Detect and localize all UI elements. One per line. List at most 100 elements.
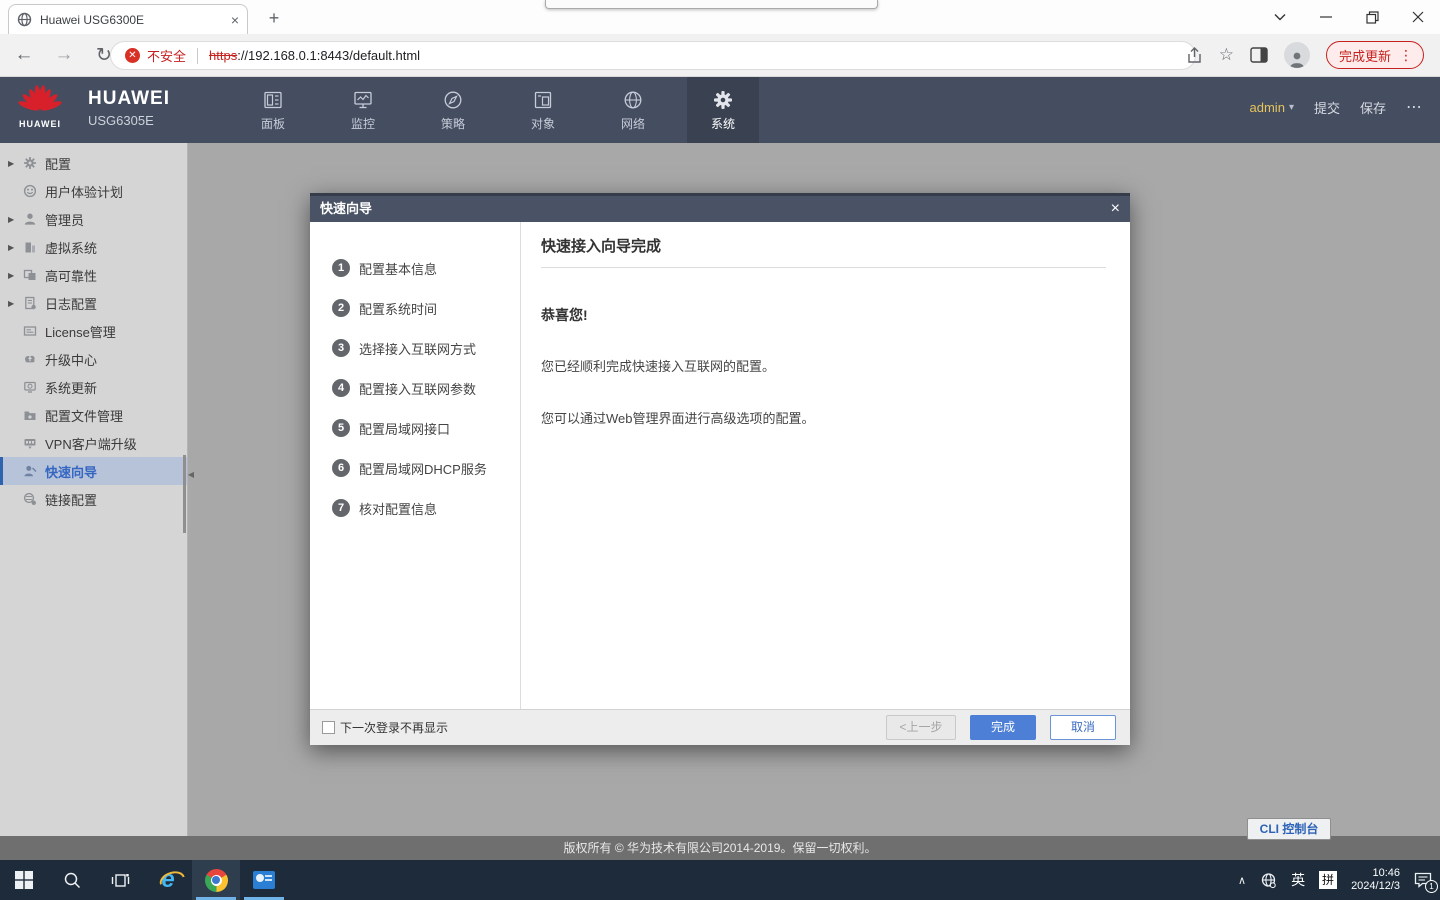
log-config-icon	[22, 296, 38, 310]
expand-arrow-icon[interactable]: ▶	[8, 215, 22, 224]
sidebar-item-label: License管理	[45, 322, 116, 341]
expand-arrow-icon[interactable]: ▶	[8, 159, 22, 168]
not-secure-icon[interactable]: ✕	[125, 48, 140, 63]
high-availability-icon	[22, 268, 38, 282]
bookmark-star-icon[interactable]: ☆	[1219, 45, 1234, 65]
sidebar-item-config[interactable]: ▶ 配置	[0, 149, 187, 177]
sidebar-item-high-availability[interactable]: ▶ 高可靠性	[0, 261, 187, 289]
nav-tab-policy[interactable]: 策略	[417, 77, 489, 143]
cancel-button[interactable]: 取消	[1050, 715, 1116, 740]
address-bar[interactable]: ✕ 不安全 https://192.168.0.1:8443/default.h…	[110, 41, 1196, 70]
completion-line-2: 您可以通过Web管理界面进行高级选项的配置。	[541, 408, 1106, 427]
sidebar-item-config-file[interactable]: 配置文件管理	[0, 401, 187, 429]
sidebar-item-system-update[interactable]: 系统更新	[0, 373, 187, 401]
sidebar-item-label: 链接配置	[45, 490, 97, 509]
save-button[interactable]: 保存	[1360, 98, 1386, 117]
window-close-icon[interactable]	[1410, 9, 1426, 25]
back-button-icon[interactable]: ←	[12, 44, 36, 66]
logo-word: HUAWEI	[14, 119, 66, 129]
tray-expand-icon[interactable]: ∧	[1238, 874, 1246, 887]
dashboard-icon	[262, 89, 284, 111]
sidebar-item-license[interactable]: License管理	[0, 317, 187, 345]
side-panel-icon[interactable]	[1250, 47, 1268, 63]
window-minimize-icon[interactable]	[1318, 9, 1334, 25]
nav-tab-network[interactable]: 网络	[597, 77, 669, 143]
sidebar-item-virtual-system[interactable]: ▶ 虚拟系统	[0, 233, 187, 261]
wizard-step-1: 1 配置基本信息	[310, 248, 520, 288]
admin-username: admin	[1250, 100, 1285, 115]
task-view-icon	[111, 872, 130, 889]
sidebar-item-quick-wizard[interactable]: 快速向导	[0, 457, 187, 485]
submit-button[interactable]: 提交	[1314, 98, 1340, 117]
new-tab-button[interactable]: +	[262, 7, 286, 31]
forward-button-icon[interactable]: →	[52, 44, 76, 66]
pinned-app-button[interactable]	[240, 860, 288, 900]
popup-remnant	[545, 0, 878, 9]
globe-favicon-icon	[17, 12, 32, 27]
sidebar-item-link-config[interactable]: 链接配置	[0, 485, 187, 513]
browser-tab[interactable]: Huawei USG6300E ×	[8, 4, 248, 34]
step-label: 选择接入互联网方式	[359, 339, 476, 358]
expand-arrow-icon[interactable]: ▶	[8, 299, 22, 308]
sidebar-item-vpn-client[interactable]: VPN客户端升级	[0, 429, 187, 457]
management-app-icon	[253, 871, 275, 889]
chrome-taskbar-button[interactable]	[192, 860, 240, 900]
url-rest: ://192.168.0.1:8443/default.html	[237, 48, 420, 63]
finish-button[interactable]: 完成	[970, 715, 1036, 740]
dont-show-again-label: 下一次登录不再显示	[340, 719, 448, 736]
step-number-badge: 2	[332, 299, 350, 317]
expand-arrow-icon[interactable]: ▶	[8, 243, 22, 252]
app-header: HUAWEI HUAWEI USG6305E 面板 监控 策略 对象 网络 系统	[0, 77, 1440, 143]
nav-tab-object[interactable]: 对象	[507, 77, 579, 143]
start-button[interactable]	[0, 860, 48, 900]
action-center-button[interactable]: 1	[1414, 872, 1432, 888]
browser-menu-icon[interactable]: ⋮	[1399, 47, 1413, 64]
sidebar-item-log-config[interactable]: ▶ 日志配置	[0, 289, 187, 317]
sidebar-item-admin[interactable]: ▶ 管理员	[0, 205, 187, 233]
dialog-footer: 下一次登录不再显示 <上一步 完成 取消	[310, 709, 1130, 745]
ime-language-indicator[interactable]: 英	[1291, 870, 1305, 890]
url-text: https://192.168.0.1:8443/default.html	[209, 48, 420, 63]
chrome-update-button[interactable]: 完成更新 ⋮	[1326, 41, 1424, 69]
user-experience-icon	[22, 184, 38, 198]
nav-tab-label: 对象	[531, 115, 555, 132]
header-more-icon[interactable]: ⋯	[1406, 97, 1424, 117]
virtual-system-icon	[22, 240, 38, 254]
tab-close-icon[interactable]: ×	[231, 13, 239, 27]
taskbar-search-button[interactable]	[48, 860, 96, 900]
profile-avatar[interactable]	[1284, 42, 1310, 68]
sidebar-item-user-experience[interactable]: 用户体验计划	[0, 177, 187, 205]
expand-arrow-icon[interactable]: ▶	[8, 271, 22, 280]
monitor-icon	[352, 89, 374, 111]
task-view-button[interactable]	[96, 860, 144, 900]
link-config-icon	[22, 492, 38, 506]
window-restore-icon[interactable]	[1364, 9, 1380, 25]
sidebar-scrollbar[interactable]	[183, 455, 186, 533]
dont-show-again-checkbox[interactable]	[322, 721, 335, 734]
step-label: 配置局域网接口	[359, 419, 450, 438]
ime-pinyin-indicator[interactable]: 拼	[1319, 871, 1337, 889]
nav-tab-panel[interactable]: 面板	[237, 77, 309, 143]
admin-dropdown[interactable]: admin ▾	[1250, 100, 1294, 115]
internet-explorer-button[interactable]: e	[144, 860, 192, 900]
sidebar-item-upgrade-center[interactable]: 升级中心	[0, 345, 187, 373]
system-gear-icon	[712, 89, 734, 111]
nav-tab-system[interactable]: 系统	[687, 77, 759, 143]
taskbar-clock[interactable]: 10:46 2024/12/3	[1351, 867, 1400, 893]
sidebar-item-label: 系统更新	[45, 378, 97, 397]
sidebar-item-label: 配置	[45, 154, 71, 173]
sidebar-item-label: VPN客户端升级	[45, 434, 137, 453]
share-icon[interactable]	[1186, 47, 1203, 64]
previous-step-button[interactable]: <上一步	[886, 715, 956, 740]
cli-console-button[interactable]: CLI 控制台	[1247, 818, 1331, 840]
notification-badge: 1	[1425, 880, 1438, 893]
nav-tab-monitor[interactable]: 监控	[327, 77, 399, 143]
network-globe-icon[interactable]	[1260, 872, 1277, 889]
security-label: 不安全	[147, 46, 186, 65]
sidebar-collapse-handle[interactable]: ◀	[188, 470, 194, 479]
quick-wizard-icon	[22, 464, 38, 478]
dialog-close-icon[interactable]: ×	[1111, 196, 1120, 222]
wizard-step-5: 5 配置局域网接口	[310, 408, 520, 448]
sidebar-item-label: 虚拟系统	[45, 238, 97, 257]
window-menu-chevron-icon[interactable]	[1272, 9, 1288, 25]
